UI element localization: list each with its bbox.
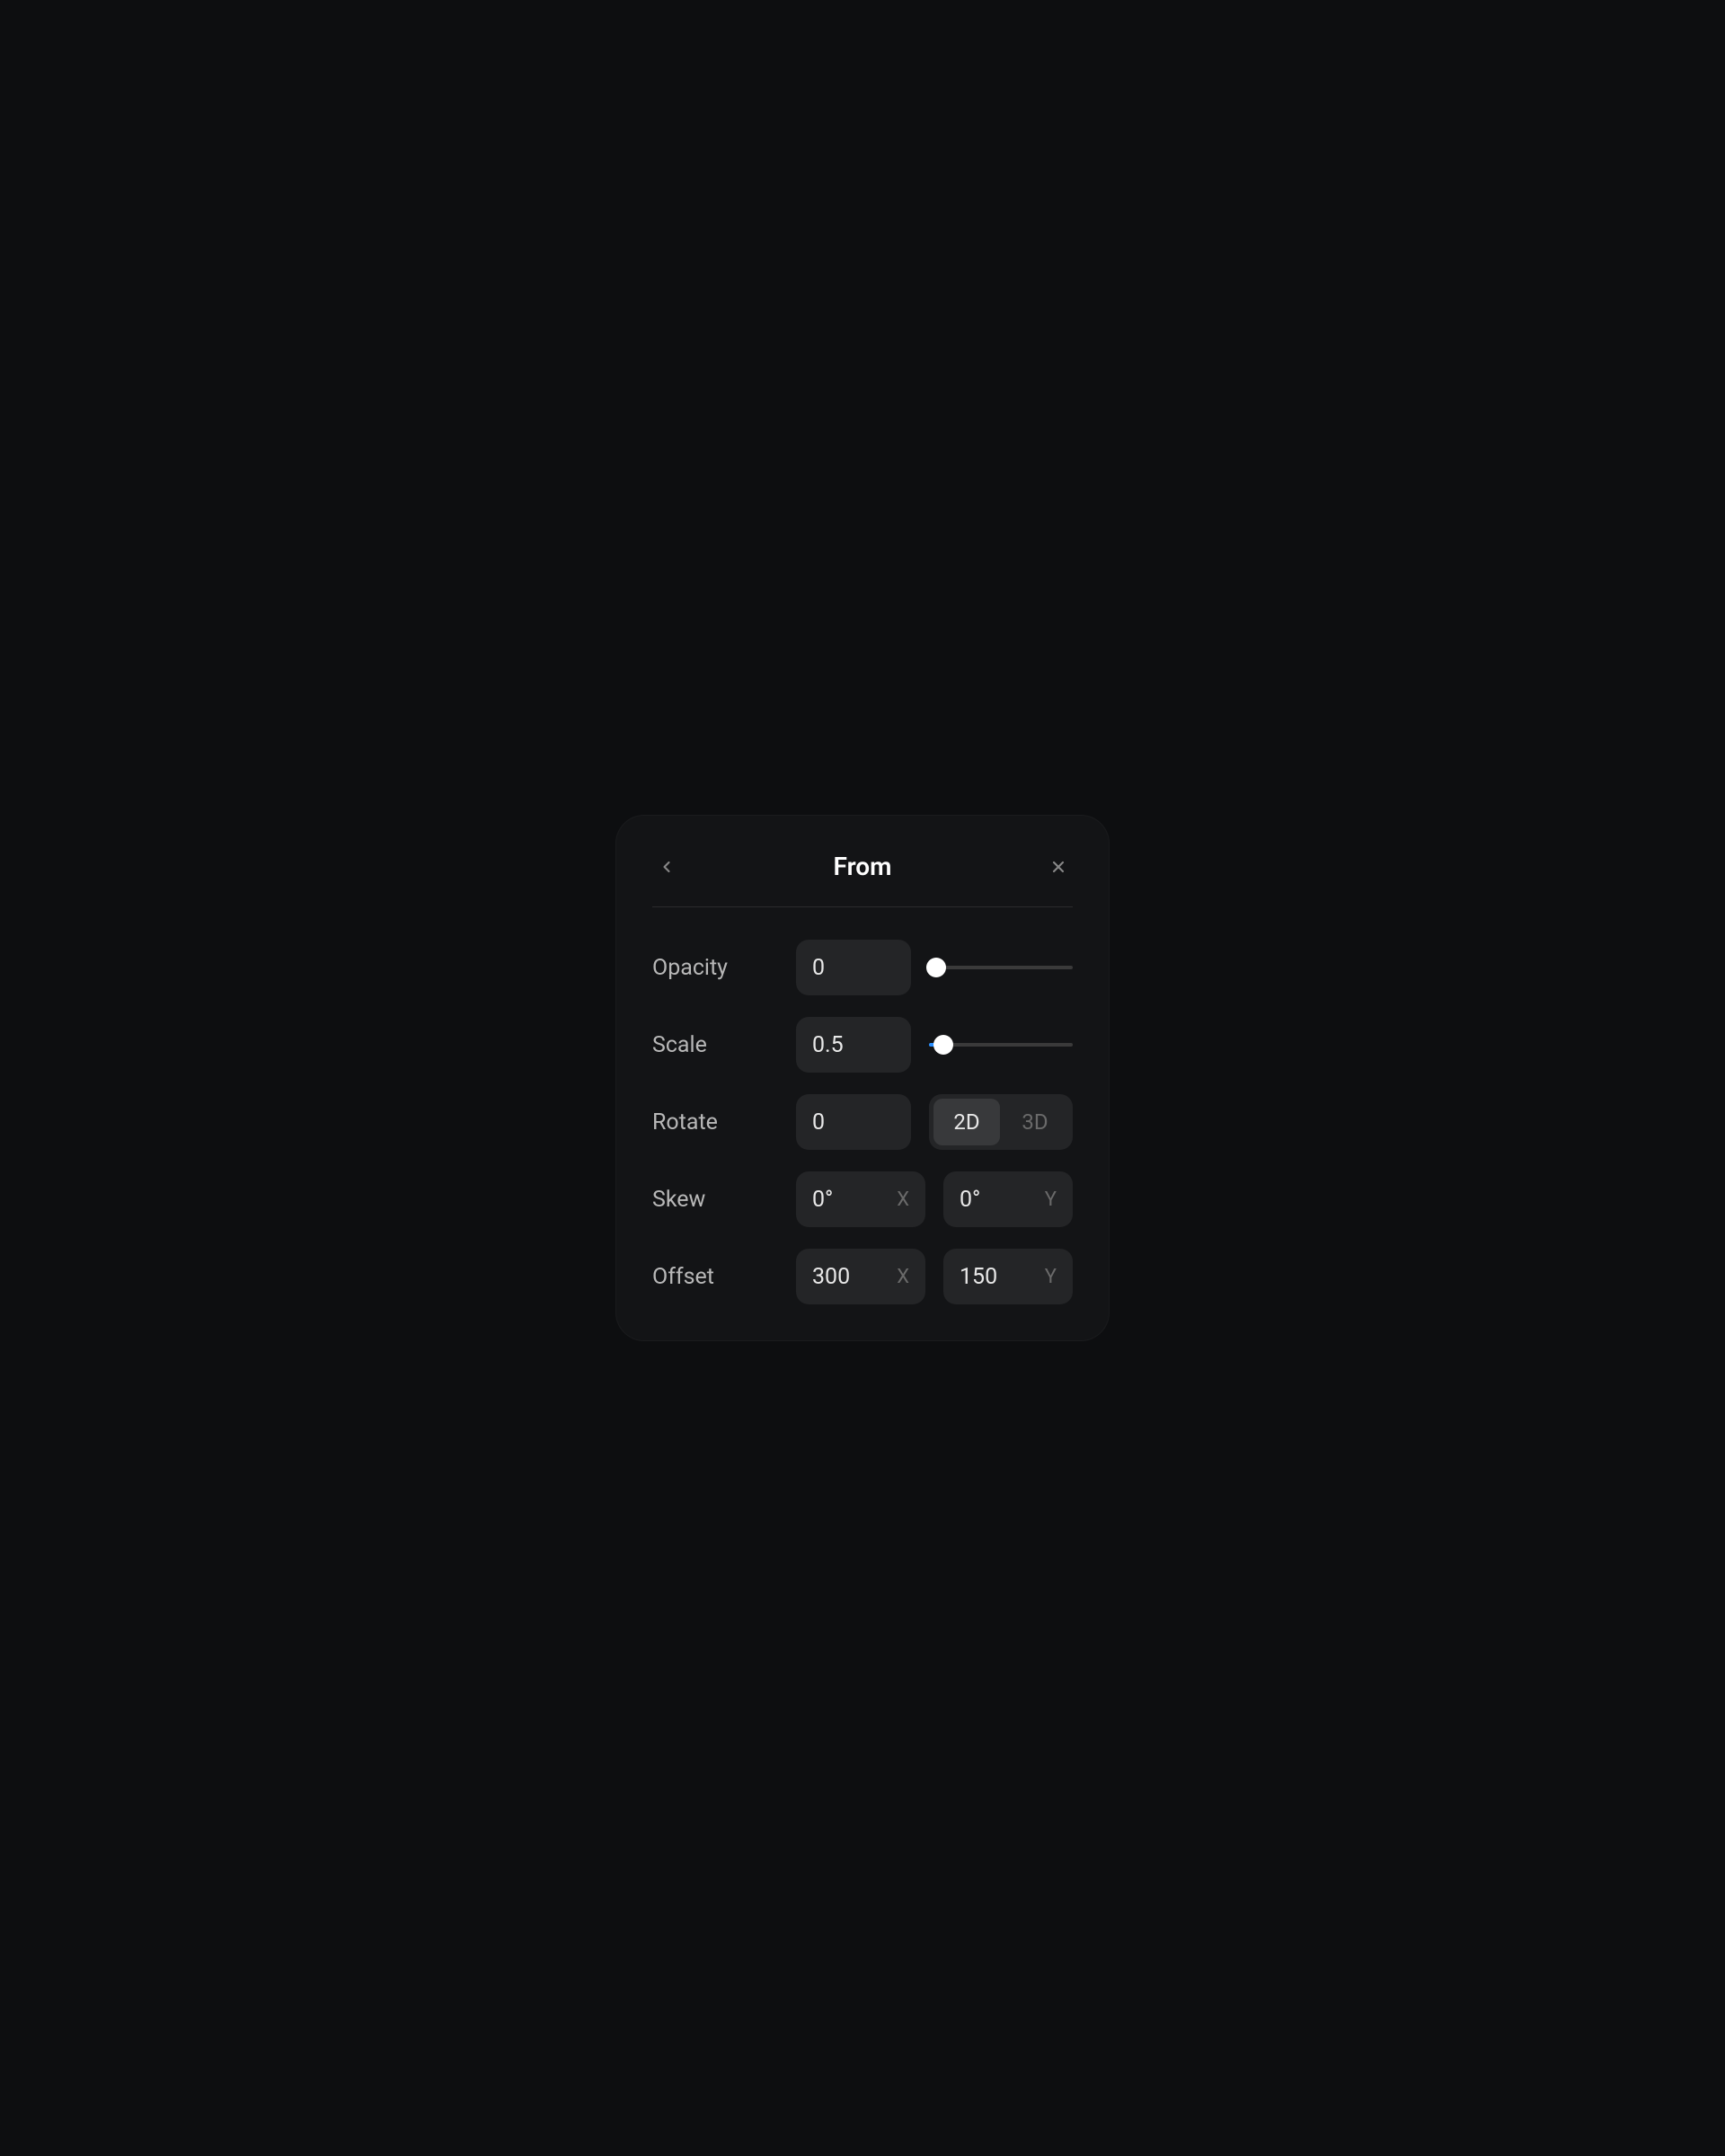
- skew-y-value: 0°: [960, 1187, 1038, 1213]
- close-button[interactable]: [1044, 853, 1073, 881]
- panel-header: From: [652, 852, 1073, 907]
- skew-y-input[interactable]: 0° Y: [943, 1171, 1073, 1227]
- chevron-left-icon: [658, 858, 676, 876]
- back-button[interactable]: [652, 853, 681, 881]
- offset-y-input[interactable]: 150 Y: [943, 1249, 1073, 1304]
- scale-input[interactable]: 0.5: [796, 1017, 911, 1073]
- slider-thumb[interactable]: [926, 958, 946, 977]
- x-axis-label: X: [897, 1188, 909, 1211]
- scale-row: Scale 0.5: [652, 1017, 1073, 1073]
- rotate-value: 0: [812, 1109, 895, 1135]
- transform-panel: From Opacity 0 Scale 0.5: [615, 815, 1110, 1341]
- offset-label: Offset: [652, 1264, 778, 1290]
- rotate-2d-button[interactable]: 2D: [933, 1099, 1000, 1145]
- skew-label: Skew: [652, 1187, 778, 1213]
- slider-thumb[interactable]: [933, 1035, 953, 1055]
- close-icon: [1049, 858, 1067, 876]
- y-axis-label: Y: [1045, 1266, 1057, 1288]
- scale-label: Scale: [652, 1032, 778, 1058]
- slider-track: [929, 966, 1073, 969]
- scale-value: 0.5: [812, 1032, 895, 1058]
- rotate-3d-button[interactable]: 3D: [1002, 1099, 1068, 1145]
- rotate-input[interactable]: 0: [796, 1094, 911, 1150]
- skew-x-input[interactable]: 0° X: [796, 1171, 925, 1227]
- x-axis-label: X: [897, 1266, 909, 1288]
- opacity-label: Opacity: [652, 955, 778, 981]
- offset-y-value: 150: [960, 1264, 1038, 1290]
- offset-row: Offset 300 X 150 Y: [652, 1249, 1073, 1304]
- opacity-input[interactable]: 0: [796, 940, 911, 995]
- rotate-row: Rotate 0 2D 3D: [652, 1094, 1073, 1150]
- panel-title: From: [681, 852, 1044, 881]
- rotate-label: Rotate: [652, 1109, 778, 1135]
- offset-x-input[interactable]: 300 X: [796, 1249, 925, 1304]
- offset-x-value: 300: [812, 1264, 889, 1290]
- rotate-mode-toggle: 2D 3D: [929, 1094, 1073, 1150]
- y-axis-label: Y: [1045, 1188, 1057, 1211]
- skew-x-value: 0°: [812, 1187, 889, 1213]
- skew-row: Skew 0° X 0° Y: [652, 1171, 1073, 1227]
- opacity-row: Opacity 0: [652, 940, 1073, 995]
- opacity-slider[interactable]: [929, 940, 1073, 995]
- scale-slider[interactable]: [929, 1017, 1073, 1073]
- opacity-value: 0: [812, 955, 895, 981]
